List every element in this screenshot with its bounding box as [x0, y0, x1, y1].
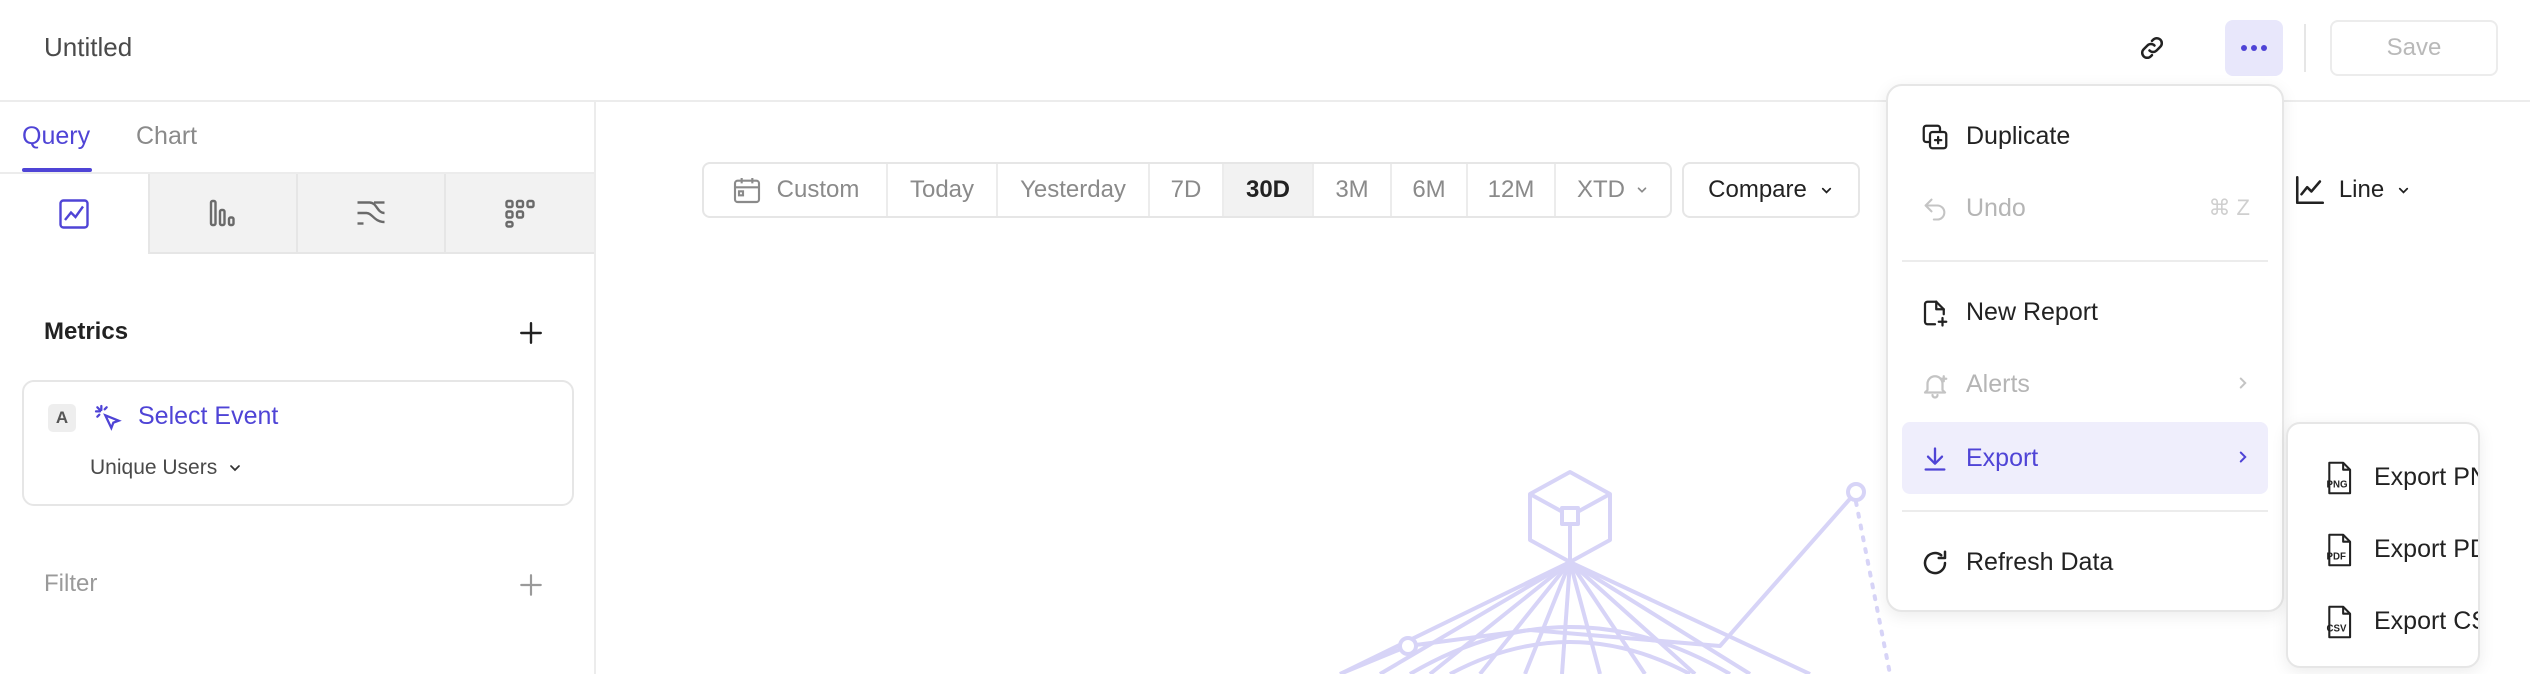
funnels-icon	[209, 199, 235, 227]
insights-icon	[59, 199, 89, 229]
menu-item-export[interactable]: Export	[1902, 422, 2268, 494]
plus-icon	[520, 322, 542, 344]
date-option-xtd[interactable]: XTD	[1556, 164, 1670, 216]
menu-item-label: Export	[1966, 443, 2039, 472]
export-png-label: Export PNG	[2374, 462, 2478, 491]
tab-chart[interactable]: Chart	[136, 122, 197, 151]
svg-text:PDF: PDF	[2327, 552, 2346, 563]
menu-divider	[1902, 510, 2268, 512]
new-report-icon	[1918, 296, 1952, 330]
png-file-icon: PNG	[2327, 461, 2352, 495]
compare-dropdown[interactable]: Compare	[1682, 162, 1860, 218]
cursor-click-icon	[94, 404, 122, 431]
svg-text:CSV: CSV	[2327, 624, 2347, 635]
chevron-right-icon	[2239, 451, 2247, 463]
divider	[2304, 24, 2306, 72]
ellipsis-icon	[2241, 45, 2267, 51]
calendar-icon	[733, 178, 760, 204]
menu-item-label: Alerts	[1966, 369, 2030, 398]
duplicate-icon	[1918, 120, 1952, 154]
link-icon	[2140, 36, 2164, 60]
menu-item-duplicate[interactable]: Duplicate	[1902, 100, 2268, 172]
date-option-12m[interactable]: 12M	[1468, 164, 1556, 216]
menu-divider	[1902, 260, 2268, 262]
chevron-down-icon	[2399, 187, 2409, 194]
report-type-retention[interactable]	[446, 174, 594, 254]
active-tab-indicator	[22, 168, 92, 172]
export-csv-label: Export CSV	[2374, 606, 2478, 635]
date-custom-label: Custom	[776, 176, 860, 203]
panel-tabs: Query Chart	[0, 102, 594, 174]
export-csv-item[interactable]: CSV Export CSV	[2296, 586, 2478, 656]
report-type-flows[interactable]	[298, 174, 446, 254]
compare-label: Compare	[1708, 176, 1807, 203]
pdf-file-icon: PDF	[2327, 533, 2352, 567]
keyboard-shortcut: ⌘ Z	[2208, 195, 2250, 220]
report-type-insights[interactable]	[0, 174, 150, 254]
menu-item-new-report[interactable]: New Report	[1902, 276, 2268, 348]
menu-item-label: New Report	[1966, 297, 2098, 326]
menu-item-label: Refresh Data	[1966, 547, 2114, 576]
report-type-funnels[interactable]	[150, 174, 298, 254]
metrics-heading: Metrics	[44, 318, 129, 345]
export-submenu: PNG Export PNG PDF Export PDF CSV Export…	[2286, 422, 2480, 668]
query-panel: Query Chart Metrics A Select Event Uniqu…	[0, 102, 596, 674]
csv-file-icon: CSV	[2327, 605, 2352, 639]
download-icon	[1918, 442, 1952, 476]
svg-text:PNG: PNG	[2327, 480, 2348, 491]
date-range-selector: Custom Today Yesterday 7D 30D 3M 6M 12M …	[702, 162, 1672, 218]
date-option-30d[interactable]: 30D	[1224, 164, 1314, 216]
chevron-right-icon	[2239, 377, 2247, 389]
more-options-menu: Duplicate Undo ⌘ Z New Report Alerts Exp…	[1886, 84, 2284, 612]
empty-state-illustration	[1339, 470, 1892, 674]
menu-item-label: Undo	[1966, 193, 2026, 222]
menu-item-label: Duplicate	[1966, 121, 2071, 150]
filter-heading: Filter	[44, 570, 98, 597]
report-type-selector	[0, 174, 594, 254]
chevron-down-icon	[1821, 187, 1831, 194]
date-xtd-label: XTD	[1577, 176, 1625, 203]
add-filter-button[interactable]	[514, 568, 548, 602]
chevron-down-icon	[230, 465, 241, 472]
date-option-3m[interactable]: 3M	[1314, 164, 1392, 216]
chevron-down-icon	[1637, 187, 1647, 193]
date-option-7d[interactable]: 7D	[1150, 164, 1224, 216]
menu-item-alerts[interactable]: Alerts	[1902, 348, 2268, 420]
measure-dropdown[interactable]: Unique Users	[90, 456, 243, 480]
export-png-item[interactable]: PNG Export PNG	[2296, 442, 2478, 512]
copy-link-button[interactable]	[2130, 26, 2174, 70]
chart-style-label: Line	[2338, 176, 2385, 203]
measure-label: Unique Users	[90, 456, 218, 479]
menu-item-refresh-data[interactable]: Refresh Data	[1902, 526, 2268, 598]
flows-icon	[357, 201, 385, 225]
date-option-6m[interactable]: 6M	[1392, 164, 1468, 216]
more-options-button[interactable]	[2225, 20, 2283, 76]
add-metric-button[interactable]	[514, 316, 548, 350]
refresh-icon	[1918, 546, 1952, 580]
export-pdf-item[interactable]: PDF Export PDF	[2296, 514, 2478, 584]
export-pdf-label: Export PDF	[2374, 534, 2478, 563]
select-event-button[interactable]: Select Event	[138, 402, 278, 431]
date-custom-button[interactable]: Custom	[704, 164, 888, 216]
undo-icon	[1918, 192, 1952, 226]
line-chart-icon	[2295, 175, 2324, 205]
tab-query[interactable]: Query	[22, 122, 90, 151]
report-title[interactable]: Untitled	[44, 32, 132, 63]
bell-icon	[1918, 368, 1952, 402]
menu-item-undo[interactable]: Undo ⌘ Z	[1902, 172, 2268, 244]
chart-style-dropdown[interactable]: Line	[2270, 162, 2434, 218]
date-option-today[interactable]: Today	[888, 164, 998, 216]
plus-icon	[520, 574, 542, 596]
metric-card[interactable]: A Select Event Unique Users	[22, 380, 574, 506]
retention-icon	[505, 199, 535, 228]
metric-letter-badge: A	[48, 404, 76, 432]
date-option-yesterday[interactable]: Yesterday	[998, 164, 1150, 216]
save-button[interactable]: Save	[2330, 20, 2498, 76]
